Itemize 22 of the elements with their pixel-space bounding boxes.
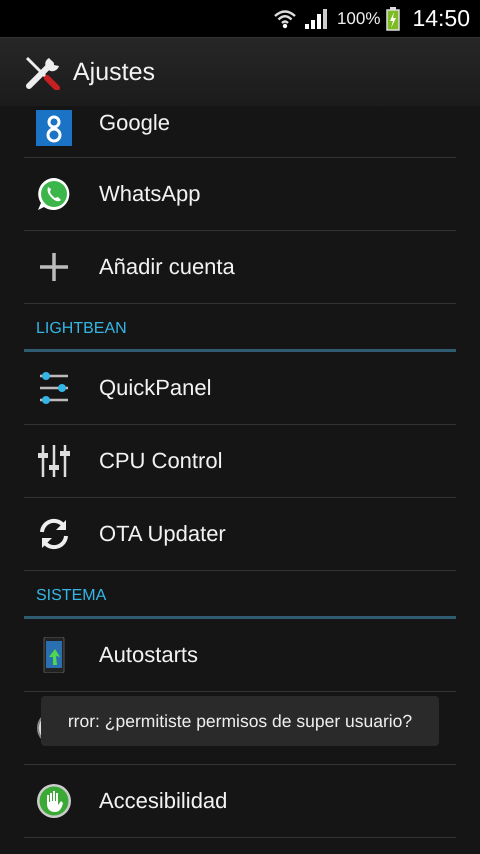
section-header: LIGHTBEAN [36,320,127,338]
battery-charging-icon [386,6,400,30]
tools-icon[interactable] [23,54,63,90]
screen-title: Ajustes [73,58,155,86]
google-icon [36,110,72,146]
settings-item[interactable]: WhatsApp [99,181,200,207]
hand-icon [36,783,72,819]
toast-message: rror: ¿permitiste permisos de super usuario? [41,696,439,746]
settings-item[interactable]: Google [99,110,170,136]
settings-item[interactable]: OTA Updater [99,521,226,547]
equalizer-icon [36,443,72,479]
settings-item[interactable]: Autostarts [99,642,198,668]
settings-item[interactable]: CPU Control [99,448,222,474]
settings-item[interactable]: Añadir cuenta [99,254,235,280]
phone-bubble-icon [36,176,72,212]
settings-item[interactable]: Accesibilidad [99,788,228,814]
wifi-icon [272,8,297,28]
battery-percentage: 100% [336,8,380,28]
section-header: SISTEMA [36,586,106,604]
settings-item[interactable]: QuickPanel [99,375,212,401]
signal-icon [304,8,329,28]
clock: 14:50 [412,5,470,32]
